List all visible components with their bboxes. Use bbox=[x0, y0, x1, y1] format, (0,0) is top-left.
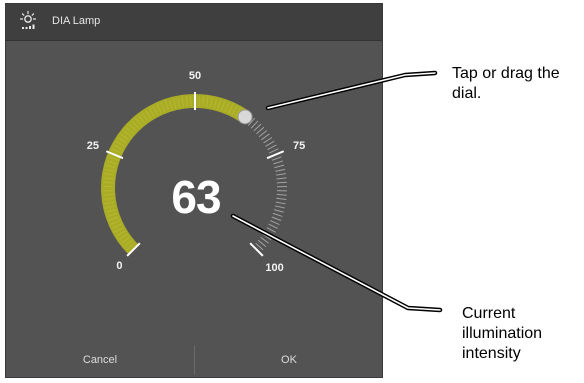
dial-minor-tick bbox=[260, 236, 269, 244]
scale-label-75: 75 bbox=[292, 140, 306, 153]
dial-minor-tick bbox=[253, 123, 262, 132]
cancel-button[interactable]: Cancel bbox=[6, 343, 194, 377]
dial-minor-tick bbox=[274, 164, 285, 169]
dial-minor-tick bbox=[263, 137, 273, 144]
dial-hint-line-1: Tap or drag the bbox=[452, 65, 560, 82]
dial-minor-tick bbox=[273, 160, 284, 165]
dial-major-tick bbox=[249, 242, 264, 257]
dialog-footer: Cancel OK bbox=[6, 343, 382, 377]
intensity-line-1: Current bbox=[462, 305, 516, 322]
dial-minor-tick bbox=[267, 144, 277, 151]
dia-lamp-dialog: DIA Lamp 0 25 50 75 100 63 Cancel OK bbox=[5, 3, 383, 378]
intensity-callout: Current illumination intensity bbox=[462, 304, 542, 364]
dial-minor-tick bbox=[268, 148, 279, 154]
intensity-line-2: illumination bbox=[462, 325, 543, 342]
dial-minor-tick bbox=[257, 239, 267, 248]
intensity-value: 63 bbox=[171, 171, 221, 223]
dial-minor-tick bbox=[261, 133, 270, 141]
dial-minor-tick bbox=[258, 130, 268, 138]
dial-handle[interactable] bbox=[237, 109, 253, 125]
dial-minor-tick bbox=[264, 230, 274, 237]
dial-hint-line-2: dial. bbox=[452, 85, 482, 102]
scale-label-25: 25 bbox=[86, 140, 100, 153]
dial-minor-tick bbox=[262, 233, 272, 241]
intensity-line-3: intensity bbox=[462, 345, 521, 362]
dial-minor-tick bbox=[256, 126, 265, 135]
dial-hint-callout: Tap or drag the dial. bbox=[452, 64, 560, 104]
dial-minor-tick bbox=[265, 140, 275, 147]
dial-minor-tick bbox=[250, 120, 259, 129]
scale-label-50: 50 bbox=[188, 70, 202, 82]
scale-label-0: 0 bbox=[116, 259, 123, 272]
dial-minor-tick bbox=[266, 227, 276, 233]
ok-button[interactable]: OK bbox=[195, 343, 383, 377]
scale-label-100: 100 bbox=[265, 261, 284, 274]
dial-minor-tick bbox=[271, 156, 282, 161]
